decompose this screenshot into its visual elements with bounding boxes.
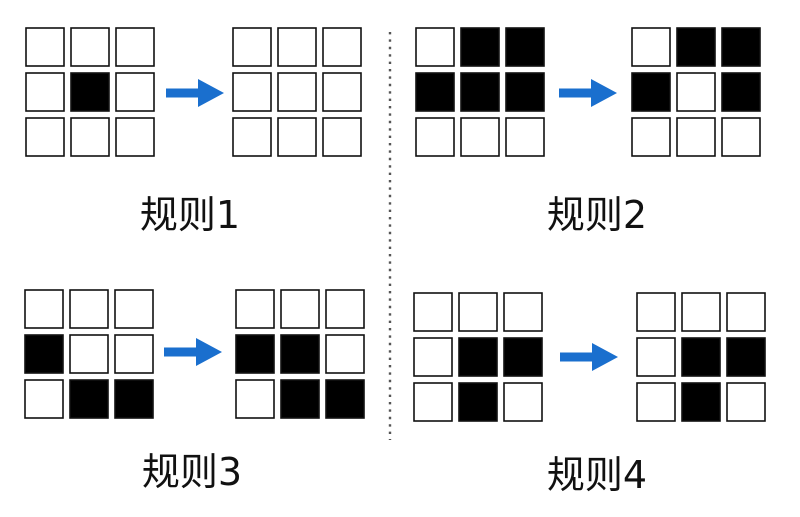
filled-cell [460, 27, 500, 67]
filled-cell [70, 72, 110, 112]
rule-4-after-grid [636, 292, 766, 422]
empty-cell [503, 292, 543, 332]
right-arrow-icon [560, 343, 618, 371]
rule-2-after-grid [631, 27, 761, 157]
empty-cell [277, 72, 317, 112]
filled-cell [681, 382, 721, 422]
empty-cell [232, 117, 272, 157]
empty-cell [636, 292, 676, 332]
rule-3-panel [24, 289, 365, 419]
filled-cell [631, 72, 671, 112]
empty-cell [415, 117, 455, 157]
empty-cell [114, 334, 154, 374]
empty-cell [726, 292, 766, 332]
rules-diagram: 规则1 规则2 规则3 规则4 [24, 27, 766, 497]
empty-cell [636, 382, 676, 422]
empty-cell [25, 117, 65, 157]
empty-cell [460, 117, 500, 157]
rule-4-before-grid [413, 292, 543, 422]
empty-cell [631, 117, 671, 157]
filled-cell [460, 72, 500, 112]
rule-1-label: 规则1 [140, 193, 240, 237]
filled-cell [505, 72, 545, 112]
filled-cell [503, 337, 543, 377]
filled-cell [676, 27, 716, 67]
empty-cell [277, 117, 317, 157]
rule-2-label: 规则2 [547, 193, 647, 237]
empty-cell [636, 337, 676, 377]
empty-cell [413, 337, 453, 377]
rule-1-after-grid [232, 27, 362, 157]
filled-cell [721, 72, 761, 112]
empty-cell [115, 27, 155, 67]
filled-cell [114, 379, 154, 419]
filled-cell [24, 334, 64, 374]
empty-cell [413, 292, 453, 332]
empty-cell [322, 72, 362, 112]
empty-cell [115, 72, 155, 112]
empty-cell [115, 117, 155, 157]
filled-cell [681, 337, 721, 377]
rule-1-panel [25, 27, 362, 157]
right-arrow-icon [166, 79, 224, 107]
filled-cell [458, 382, 498, 422]
rule-3-after-grid [235, 289, 365, 419]
empty-cell [70, 117, 110, 157]
empty-cell [413, 382, 453, 422]
filled-cell [721, 27, 761, 67]
empty-cell [69, 289, 109, 329]
rule-2-panel [415, 27, 761, 157]
rule-4-label: 规则4 [547, 453, 647, 497]
rule-2-before-grid [415, 27, 545, 157]
right-arrow-icon [164, 338, 222, 366]
empty-cell [235, 289, 275, 329]
filled-cell [325, 379, 365, 419]
filled-cell [280, 334, 320, 374]
filled-cell [280, 379, 320, 419]
filled-cell [415, 72, 455, 112]
empty-cell [277, 27, 317, 67]
filled-cell [726, 337, 766, 377]
empty-cell [505, 117, 545, 157]
rule-4-panel [413, 292, 766, 422]
right-arrow-icon [559, 79, 617, 107]
empty-cell [458, 292, 498, 332]
empty-cell [24, 379, 64, 419]
empty-cell [415, 27, 455, 67]
empty-cell [721, 117, 761, 157]
empty-cell [322, 117, 362, 157]
empty-cell [25, 27, 65, 67]
empty-cell [676, 72, 716, 112]
filled-cell [458, 337, 498, 377]
empty-cell [232, 72, 272, 112]
empty-cell [69, 334, 109, 374]
empty-cell [70, 27, 110, 67]
filled-cell [235, 334, 275, 374]
empty-cell [325, 289, 365, 329]
filled-cell [69, 379, 109, 419]
rule-3-label: 规则3 [142, 450, 242, 494]
empty-cell [280, 289, 320, 329]
empty-cell [631, 27, 671, 67]
empty-cell [25, 72, 65, 112]
empty-cell [681, 292, 721, 332]
empty-cell [325, 334, 365, 374]
empty-cell [726, 382, 766, 422]
filled-cell [505, 27, 545, 67]
rule-3-before-grid [24, 289, 154, 419]
empty-cell [114, 289, 154, 329]
empty-cell [503, 382, 543, 422]
rule-1-before-grid [25, 27, 155, 157]
empty-cell [24, 289, 64, 329]
empty-cell [322, 27, 362, 67]
empty-cell [676, 117, 716, 157]
empty-cell [235, 379, 275, 419]
empty-cell [232, 27, 272, 67]
